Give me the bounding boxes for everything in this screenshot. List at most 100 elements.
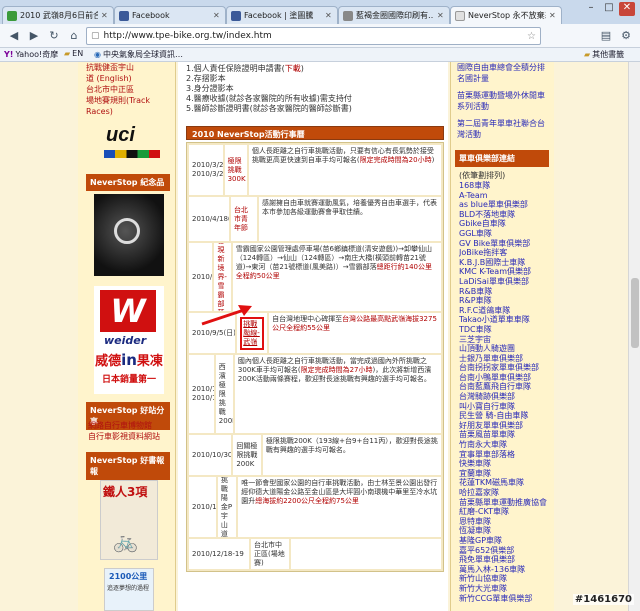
club-link[interactable]: TDC車隊: [459, 325, 551, 335]
club-link[interactable]: 基隆GP車隊: [459, 536, 551, 546]
reload-icon[interactable]: ↻: [46, 28, 62, 44]
bookmark-other[interactable]: ▰ 其他書籤: [584, 49, 624, 60]
browser-tab-1[interactable]: 2010 武嶺8月6日前合… ✕: [2, 6, 114, 24]
club-link[interactable]: 好朋友單車俱樂部: [459, 421, 551, 431]
minimize-icon[interactable]: –: [583, 2, 599, 16]
home-icon[interactable]: ⌂: [66, 28, 82, 44]
event-name-cell: 台北市青年節: [230, 197, 258, 241]
left-link-list: 抗戰健盃宇山 道 (English) 台北市中正區 場地賽規則(Track Ra…: [86, 62, 172, 117]
club-link[interactable]: 168車隊: [459, 181, 551, 191]
club-link[interactable]: 紅磨-CKT車隊: [459, 507, 551, 517]
right-link[interactable]: 第二屆青年單車社聯合台灣活動: [457, 118, 551, 140]
club-link[interactable]: GGL車隊: [459, 229, 551, 239]
club-link[interactable]: 恆凝車隊: [459, 526, 551, 536]
forward-icon[interactable]: ▶: [26, 28, 42, 44]
club-link[interactable]: K.B.J.B國際士車隊: [459, 258, 551, 268]
right-top-links: 國際自由車總會全積分排名國計量 苗栗縣運動暨場外休閒車系列活動 第二屆青年單車社…: [457, 62, 551, 140]
right-link[interactable]: 苗栗縣運動暨場外休閒車系列活動: [457, 90, 551, 112]
close-tab-icon[interactable]: ✕: [325, 11, 333, 20]
club-link[interactable]: 嘉平652俱樂部: [459, 546, 551, 556]
maximize-icon[interactable]: □: [601, 2, 617, 16]
club-link[interactable]: 新竹山協車隊: [459, 574, 551, 584]
club-link[interactable]: 苗栗縣單車運動推廣協會: [459, 498, 551, 508]
book-title: 鐵人3項: [103, 485, 148, 499]
club-link[interactable]: 士銀乃單車俱樂部: [459, 354, 551, 364]
club-link[interactable]: 哈拉嘉家隊: [459, 488, 551, 498]
back-icon[interactable]: ◀: [6, 28, 22, 44]
left-link[interactable]: 台北市中正區: [86, 84, 172, 95]
club-link[interactable]: 民生營 騎-自由車隊: [459, 411, 551, 421]
club-link[interactable]: 恩特車隊: [459, 517, 551, 527]
uci-logo[interactable]: uci: [100, 124, 164, 162]
bookmark-en[interactable]: ▰ EN: [64, 49, 83, 58]
club-link[interactable]: GV Bike單車俱樂部: [459, 239, 551, 249]
browser-tab-5-active[interactable]: NeverStop 永不放棄系… ✕: [450, 6, 562, 24]
browser-tab-3[interactable]: Facebook | 塗圖騰 ✕: [226, 6, 338, 24]
club-link[interactable]: Gbike自車隊: [459, 219, 551, 229]
club-link[interactable]: 叫小寶自行車隊: [459, 402, 551, 412]
club-link[interactable]: 飛免單車俱樂部: [459, 555, 551, 565]
club-link[interactable]: Takao小道單車車隊: [459, 315, 551, 325]
note-item: 1.個人責任保險證明申請書(下載): [186, 64, 444, 74]
left-link[interactable]: 場地賽規則(Track: [86, 95, 172, 106]
globe-icon: ◉: [94, 50, 101, 59]
event-name-link[interactable]: 台北市青年節: [234, 206, 254, 233]
club-link[interactable]: R.F.C道鴿車隊: [459, 306, 551, 316]
close-tab-icon[interactable]: ✕: [437, 11, 445, 20]
folder-icon: ▰: [64, 49, 71, 58]
share-link[interactable]: 自行車影視資料網站: [88, 431, 172, 442]
bookmark-yahoo[interactable]: Y! Yahoo!奇摩: [4, 49, 58, 60]
address-bar[interactable]: ▢ http://www.tpe-bike.org.tw/index.htm ☆: [86, 27, 541, 45]
address-bar-url[interactable]: http://www.tpe-bike.org.tw/index.htm: [104, 31, 272, 41]
souvenir-image[interactable]: [94, 194, 164, 276]
book-cover-triathlon[interactable]: 鐵人3項 🚲: [100, 480, 158, 560]
browser-tab-2[interactable]: Facebook ✕: [114, 6, 226, 24]
club-link[interactable]: 宜事單車部落格: [459, 450, 551, 460]
right-link[interactable]: 國際自由車總會全積分排名國計量: [457, 62, 551, 84]
club-link[interactable]: 台灣騎跡俱樂部: [459, 392, 551, 402]
close-tab-icon[interactable]: ✕: [549, 11, 557, 20]
download-link[interactable]: 下載: [285, 64, 301, 73]
close-tab-icon[interactable]: ✕: [101, 11, 109, 20]
club-link[interactable]: 台南小鴨單車俱樂部: [459, 373, 551, 383]
club-link[interactable]: BLD不落地車隊: [459, 210, 551, 220]
club-link[interactable]: R&B車隊: [459, 287, 551, 297]
club-link[interactable]: 竹南永大車隊: [459, 440, 551, 450]
club-link[interactable]: 萬馬入林-136車隊: [459, 565, 551, 575]
scrollbar-thumb[interactable]: [631, 278, 639, 348]
club-link[interactable]: 山頂動人騎遊團: [459, 344, 551, 354]
club-link[interactable]: 台南拐拐家單車俱樂部: [459, 363, 551, 373]
close-window-icon[interactable]: ✕: [619, 2, 635, 16]
book-cover-2100km[interactable]: 2100公里 追逐夢想的過程: [104, 568, 154, 611]
club-link[interactable]: 宜蘭車隊: [459, 469, 551, 479]
left-link[interactable]: 抗戰健盃宇山: [86, 62, 172, 73]
club-link[interactable]: 新竹大光車隊: [459, 584, 551, 594]
event-description: 極限挑戰200K（193線+台9+台11丙），歡迎對長途挑戰有興趣的選手均可報名…: [262, 435, 441, 475]
star-icon[interactable]: ☆: [527, 31, 536, 42]
browser-tab-4[interactable]: 藍褐金圈國際印刷有… ✕: [338, 6, 450, 24]
close-tab-icon[interactable]: ✕: [213, 11, 221, 20]
event-name-link[interactable]: 極限挑戰300K: [228, 157, 246, 184]
club-link[interactable]: R&P車隊: [459, 296, 551, 306]
club-link[interactable]: 新竹CCG單車俱樂部: [459, 594, 551, 604]
page-menu-icon[interactable]: ▤: [598, 28, 614, 44]
club-link[interactable]: A-Team: [459, 191, 551, 201]
club-link[interactable]: 台南藍鷹飛自行車隊: [459, 382, 551, 392]
left-link[interactable]: 道 (English): [86, 73, 172, 84]
vertical-scrollbar[interactable]: [628, 62, 640, 611]
club-link[interactable]: 快樂車隊: [459, 459, 551, 469]
share-link[interactable]: 網路自行車博物館: [88, 420, 172, 431]
club-link[interactable]: KMC K-Team俱樂部: [459, 267, 551, 277]
club-link[interactable]: LaDiSai單車俱樂部: [459, 277, 551, 287]
left-link[interactable]: Races): [86, 106, 172, 117]
club-link[interactable]: as blue單車俱樂部: [459, 200, 551, 210]
club-link[interactable]: 苗栗風苗單車隊: [459, 430, 551, 440]
club-link[interactable]: 三芝宇宙: [459, 335, 551, 345]
wrench-icon[interactable]: ⚙: [618, 28, 634, 44]
event-name-link[interactable]: 發現新境界-雪霸部落: [217, 243, 227, 311]
club-link[interactable]: 花蓮TKM磁馬車隊: [459, 478, 551, 488]
weider-ad[interactable]: W weider 威德in果凍 日本銷量第一: [94, 286, 164, 394]
event-name-text: 挑戰陽金P宇山道: [220, 477, 233, 537]
club-link[interactable]: JoBike拖拌客: [459, 248, 551, 258]
bookmark-cwb[interactable]: ◉ 中央氣象局全球資訊…: [94, 49, 183, 60]
